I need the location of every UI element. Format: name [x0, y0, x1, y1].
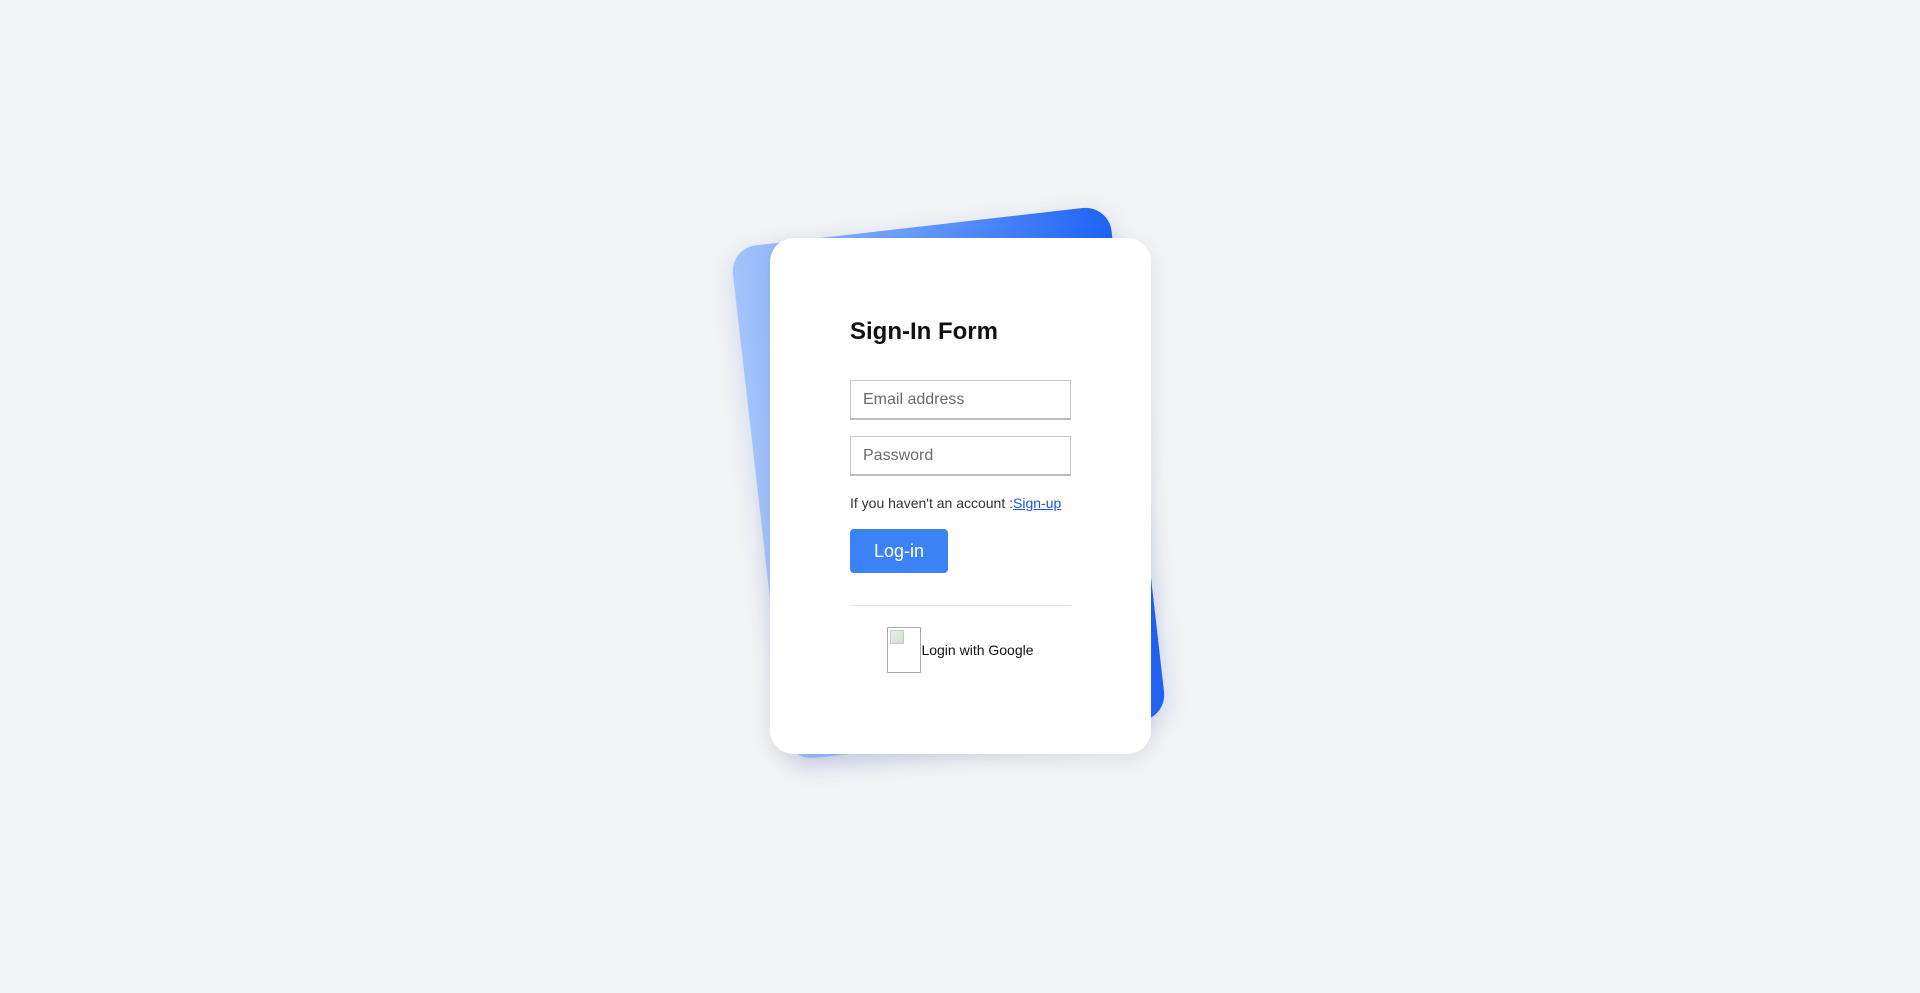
email-input[interactable] — [850, 380, 1071, 420]
form-title: Sign-In Form — [850, 318, 998, 345]
login-button[interactable]: Log-in — [850, 529, 948, 573]
page: Sign-In Form If you haven't an account :… — [0, 0, 1920, 993]
sign-in-form: Sign-In Form If you haven't an account :… — [850, 318, 1071, 673]
sign-in-card: Sign-In Form If you haven't an account :… — [770, 238, 1151, 754]
signup-prompt-line: If you haven't an account :Sign-up — [850, 495, 1071, 511]
signup-link[interactable]: Sign-up — [1013, 495, 1061, 511]
google-login-button[interactable]: Login with Google — [850, 627, 1071, 673]
google-login-label: Login with Google — [921, 642, 1034, 658]
broken-image-icon — [887, 627, 922, 673]
signup-prompt-text: If you haven't an account : — [850, 495, 1014, 511]
password-input[interactable] — [850, 436, 1071, 476]
divider — [850, 605, 1071, 606]
